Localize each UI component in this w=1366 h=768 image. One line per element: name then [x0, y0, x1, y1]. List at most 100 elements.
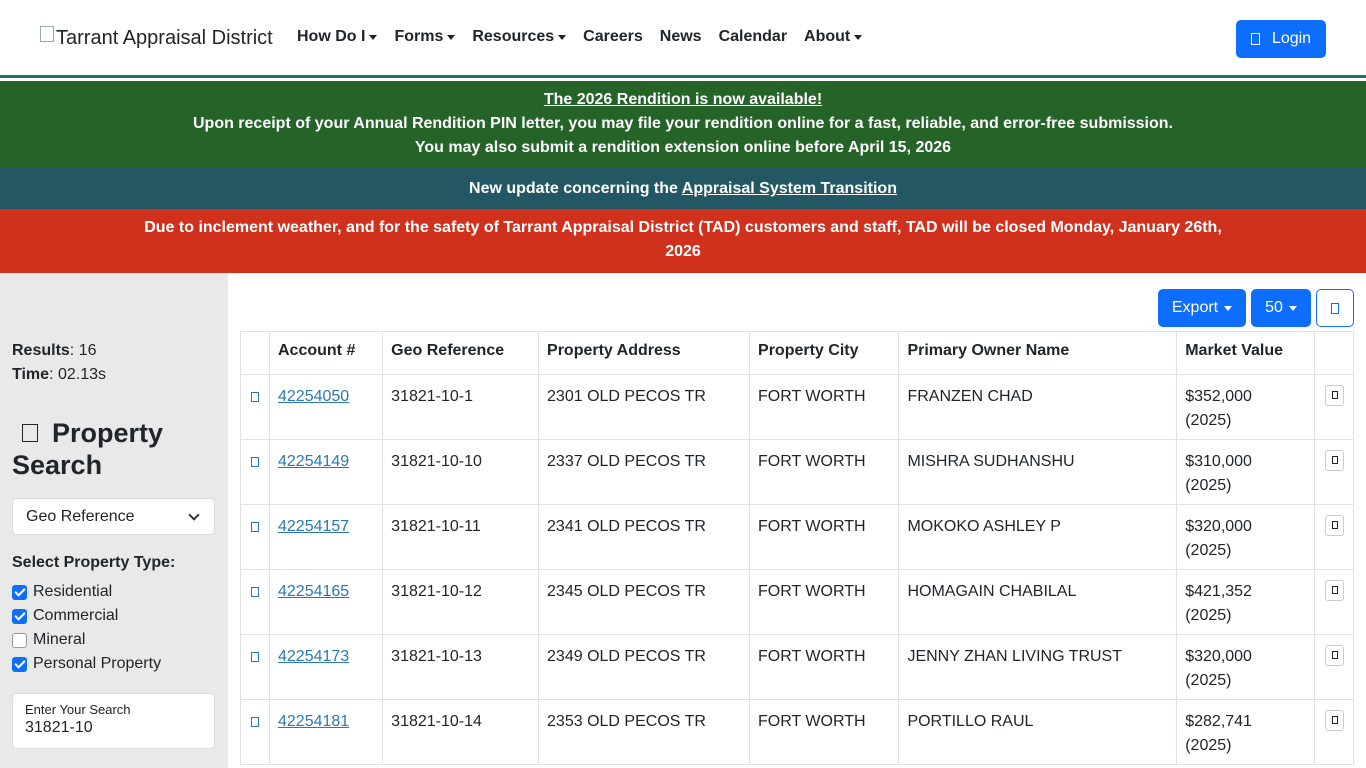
row-action-icon [1331, 521, 1338, 529]
address-cell: 2337 OLD PECOS TR [538, 439, 751, 505]
header-geo-reference[interactable]: Geo Reference [382, 331, 540, 375]
row-action-icon [1331, 716, 1338, 724]
view-toggle-icon [1331, 302, 1339, 314]
row-detail-icon[interactable] [251, 522, 259, 532]
checkbox-commercial[interactable]: Commercial [12, 604, 161, 628]
city-cell: FORT WORTH [749, 699, 900, 765]
row-detail-icon[interactable] [251, 717, 259, 727]
nav-label: News [659, 28, 702, 45]
nav-about[interactable]: About [804, 28, 863, 46]
row-action-button[interactable] [1325, 709, 1344, 731]
search-type-select[interactable]: Geo Reference [12, 498, 215, 535]
search-input[interactable]: Enter Your Search 31821-10 [12, 693, 215, 749]
property-type-label: Select Property Type: [12, 554, 176, 571]
search-type-value: Geo Reference [26, 508, 135, 525]
property-type-checkboxes: Residential Commercial Mineral Personal … [12, 580, 161, 676]
export-dropdown-button[interactable]: Export [1158, 289, 1246, 327]
account-link[interactable]: 42254181 [278, 713, 349, 730]
row-select-cell[interactable] [240, 569, 270, 635]
row-select-cell[interactable] [240, 374, 270, 440]
city-cell: FORT WORTH [749, 634, 900, 700]
checkbox-label: Commercial [33, 607, 119, 624]
owner-cell: JENNY ZHAN LIVING TRUST [898, 634, 1178, 700]
table-header-row: Account # Geo Reference Property Address… [240, 331, 1354, 375]
main-nav: How Do I Forms Resources Careers News Ca… [297, 28, 879, 46]
row-detail-icon[interactable] [251, 587, 259, 597]
geo-cell: 31821-10-1 [382, 374, 540, 440]
action-cell [1314, 439, 1354, 505]
header-select [240, 331, 270, 375]
checkbox-label: Mineral [33, 631, 86, 648]
row-action-button[interactable] [1325, 644, 1344, 666]
caret-down-icon [1224, 305, 1233, 311]
search-input-label: Enter Your Search [25, 702, 131, 717]
value-cell: $352,000 (2025) [1176, 374, 1315, 440]
row-action-button[interactable] [1325, 449, 1344, 471]
row-select-cell[interactable] [240, 634, 270, 700]
checkbox-unchecked-icon[interactable] [12, 632, 27, 648]
rendition-alert-link[interactable]: The 2026 Rendition is now available! [0, 88, 1366, 112]
results-label: Results [12, 342, 70, 359]
nav-calendar[interactable]: Calendar [719, 28, 787, 46]
value-year: (2025) [1185, 542, 1232, 559]
nav-forms[interactable]: Forms [394, 28, 456, 46]
nav-careers[interactable]: Careers [583, 28, 643, 46]
checkbox-mineral[interactable]: Mineral [12, 628, 161, 652]
account-link[interactable]: 42254149 [278, 453, 349, 470]
caret-down-icon [447, 34, 456, 40]
row-action-icon [1331, 651, 1338, 659]
rendition-alert-line1: Upon receipt of your Annual Rendition PI… [192, 115, 1173, 132]
results-panel: Export 50 Account # Geo Reference Proper… [228, 273, 1366, 768]
checkbox-checked-icon[interactable] [12, 608, 27, 624]
account-link[interactable]: 42254050 [278, 388, 349, 405]
row-select-cell[interactable] [240, 504, 270, 570]
header-market-value[interactable]: Market Value [1176, 331, 1315, 375]
owner-cell: PORTILLO RAUL [898, 699, 1178, 765]
nav-how-do-i[interactable]: How Do I [297, 28, 378, 46]
checkbox-checked-icon[interactable] [12, 656, 27, 672]
row-action-button[interactable] [1325, 579, 1344, 601]
value-year: (2025) [1185, 737, 1232, 754]
header-property-city[interactable]: Property City [749, 331, 900, 375]
owner-cell: HOMAGAIN CHABILAL [898, 569, 1178, 635]
value-year: (2025) [1185, 607, 1232, 624]
nav-resources[interactable]: Resources [472, 28, 567, 46]
row-detail-icon[interactable] [251, 392, 259, 402]
row-detail-icon[interactable] [251, 652, 259, 662]
checkbox-checked-icon[interactable] [12, 584, 27, 600]
value-cell: $320,000 (2025) [1176, 504, 1315, 570]
header-property-address[interactable]: Property Address [538, 331, 751, 375]
market-value: $421,352 [1185, 583, 1252, 600]
header-owner-name[interactable]: Primary Owner Name [898, 331, 1178, 375]
checkbox-label: Personal Property [33, 655, 162, 672]
row-action-button[interactable] [1325, 514, 1344, 536]
property-search-heading: Property Search [12, 417, 212, 481]
search-panel-icon [22, 423, 38, 442]
login-button[interactable]: Login [1236, 20, 1326, 58]
system-transition-link[interactable]: Appraisal System Transition [682, 180, 897, 197]
checkbox-residential[interactable]: Residential [12, 580, 161, 604]
brand-logo[interactable]: Tarrant Appraisal District [40, 25, 273, 50]
caret-down-icon [1288, 305, 1297, 311]
row-select-cell[interactable] [240, 439, 270, 505]
action-cell [1314, 699, 1354, 765]
account-link[interactable]: 42254165 [278, 583, 349, 600]
account-link[interactable]: 42254157 [278, 518, 349, 535]
view-toggle-button[interactable] [1316, 289, 1354, 327]
action-cell [1314, 634, 1354, 700]
search-input-value[interactable]: 31821-10 [25, 717, 202, 739]
value-cell: $282,741 (2025) [1176, 699, 1315, 765]
row-detail-icon[interactable] [251, 457, 259, 467]
header-account[interactable]: Account # [268, 331, 384, 375]
account-link[interactable]: 42254173 [278, 648, 349, 665]
table-row: 42254165 31821-10-12 2345 OLD PECOS TR F… [240, 569, 1354, 635]
row-action-button[interactable] [1325, 384, 1344, 406]
owner-cell: MISHRA SUDHANSHU [898, 439, 1178, 505]
address-cell: 2345 OLD PECOS TR [538, 569, 751, 635]
nav-news[interactable]: News [660, 28, 702, 46]
table-row: 42254181 31821-10-14 2353 OLD PECOS TR F… [240, 699, 1354, 765]
page-size-dropdown-button[interactable]: 50 [1251, 289, 1311, 327]
caret-down-icon [369, 34, 378, 40]
row-select-cell[interactable] [240, 699, 270, 765]
checkbox-personal-property[interactable]: Personal Property [12, 652, 161, 676]
